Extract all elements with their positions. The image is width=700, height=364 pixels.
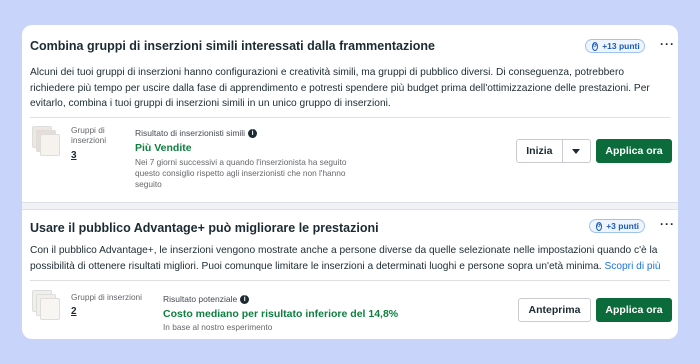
result-label: Risultato di inserzionisti simili i bbox=[135, 128, 258, 139]
card-title: Combina gruppi di inserzioni simili inte… bbox=[30, 39, 435, 53]
ad-thumbnail bbox=[32, 290, 62, 320]
card-title: Usare il pubblico Advantage+ può miglior… bbox=[30, 221, 379, 235]
more-icon[interactable]: ··· bbox=[660, 37, 675, 51]
ad-groups-label: Gruppi di inserzioni bbox=[71, 292, 143, 302]
points-label: +13 punti bbox=[602, 41, 640, 51]
divider bbox=[30, 117, 670, 118]
recommendations-panel: Combina gruppi di inserzioni simili inte… bbox=[22, 25, 678, 339]
ad-groups-label: Gruppi di inserzioni bbox=[71, 125, 107, 145]
ad-thumbnail bbox=[32, 126, 62, 156]
apply-now-button[interactable]: Applica ora bbox=[596, 139, 672, 163]
result-subtext: In base al nostro esperimento bbox=[163, 322, 273, 332]
recommendation-card-advantage: Usare il pubblico Advantage+ può miglior… bbox=[22, 210, 678, 339]
apply-now-button[interactable]: Applica ora bbox=[596, 298, 672, 322]
card-description: Alcuni dei tuoi gruppi di inserzioni han… bbox=[30, 67, 650, 109]
result-subtext: Nei 7 giorni successivi a quando l'inser… bbox=[135, 157, 347, 189]
points-icon: ⟳ bbox=[596, 221, 603, 231]
result-label-text: Risultato di inserzionisti simili bbox=[135, 128, 246, 138]
learn-more-link[interactable]: Scopri di più bbox=[604, 261, 660, 272]
points-label: +3 punti bbox=[606, 221, 640, 231]
ad-groups-count-link[interactable]: 2 bbox=[71, 306, 77, 317]
description-text: Con il pubblico Advantage+, le inserzion… bbox=[30, 245, 658, 272]
result-value: Più Vendite bbox=[135, 142, 192, 154]
card-separator bbox=[22, 202, 678, 210]
info-icon[interactable]: i bbox=[248, 129, 258, 139]
more-icon[interactable]: ··· bbox=[660, 217, 675, 231]
points-icon: ⟳ bbox=[592, 41, 599, 51]
points-badge: ⟳ +3 punti bbox=[589, 219, 645, 233]
result-value: Costo mediano per risultato inferiore de… bbox=[163, 308, 399, 320]
result-label-text: Risultato potenziale bbox=[163, 294, 238, 304]
chevron-down-icon[interactable] bbox=[563, 140, 590, 162]
start-split-button: Inizia bbox=[516, 139, 591, 163]
divider bbox=[30, 280, 670, 281]
result-label: Risultato potenziale i bbox=[163, 294, 250, 305]
start-button[interactable]: Inizia bbox=[517, 140, 563, 162]
recommendation-card-combine: Combina gruppi di inserzioni simili inte… bbox=[22, 25, 678, 202]
card-description: Con il pubblico Advantage+, le inserzion… bbox=[30, 243, 670, 274]
points-badge: ⟳ +13 punti bbox=[585, 39, 645, 53]
info-icon[interactable]: i bbox=[240, 295, 250, 305]
preview-button[interactable]: Anteprima bbox=[518, 298, 591, 322]
ad-groups-count-link[interactable]: 3 bbox=[71, 150, 77, 161]
